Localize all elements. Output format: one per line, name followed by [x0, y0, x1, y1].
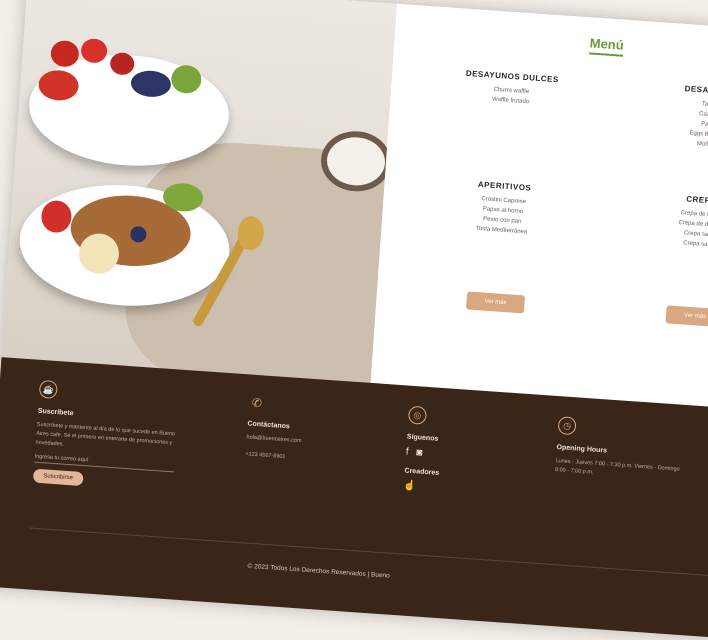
coffee-icon: ☕	[38, 379, 58, 400]
menu-section-crepas: CREPAS Crepa de Nutella Crepa de durazno…	[626, 190, 708, 254]
footer-contact: ✆ Contáctanos hola@buenoaires.com +123 4…	[245, 394, 399, 469]
follow-heading: Síguenos	[406, 433, 439, 443]
hours-text: Lunes - Jueves 7:00 - 7:30 p.m. Viernes …	[554, 457, 680, 476]
page-canvas: Menú DESAYUNOS DULCES Churro waffle Waff…	[0, 0, 708, 640]
footer-subscribe: ☕ Suscríbete Suscríbete y mantente al dí…	[32, 379, 190, 493]
subscribe-text: Suscríbete y mantente al día de lo que s…	[35, 421, 176, 448]
menu-section-aperitivos: APERITIVOS Crostini Caprese Papas al hor…	[426, 177, 579, 241]
menu-title: Menú	[589, 35, 625, 57]
menu-section-desayunos-dulces: DESAYUNOS DULCES Churro waffle Waffle fr…	[435, 67, 587, 111]
footer-divider	[29, 527, 708, 576]
creators-heading: Creadores	[404, 467, 440, 477]
pointer-hand-icon[interactable]: ☝	[403, 480, 416, 492]
location-icon: ◎	[407, 405, 428, 425]
food-photo	[1, 0, 398, 383]
footer: ☕ Suscríbete Suscríbete y mantente al dí…	[0, 357, 708, 640]
facebook-icon[interactable]: f	[405, 447, 409, 458]
copyright-text: © 2023 Todos Los Derechos Reservados | B…	[247, 562, 390, 580]
phone-icon: ✆	[251, 395, 263, 411]
footer-hours: ◷ Opening Hours Lunes - Jueves 7:00 - 7:…	[555, 416, 689, 484]
contact-phone[interactable]: +123 4567-8901	[245, 450, 395, 469]
subscribe-button[interactable]: Suscribirse	[32, 468, 84, 487]
menu-panel: Menú DESAYUNOS DULCES Churro waffle Waff…	[370, 3, 708, 411]
ver-mas-button[interactable]: Ver más	[665, 305, 708, 328]
instagram-icon[interactable]: ◙	[416, 447, 423, 458]
clock-icon: ◷	[557, 416, 577, 436]
footer-follow: ◎ Síguenos f ◙ Creadores ☝	[403, 405, 444, 494]
menu-section-desayunos: DESAYUNOS Tapa 1 Cazuela Pastel Eggs Ben…	[633, 81, 708, 155]
ver-mas-button[interactable]: Ver más	[465, 291, 526, 314]
